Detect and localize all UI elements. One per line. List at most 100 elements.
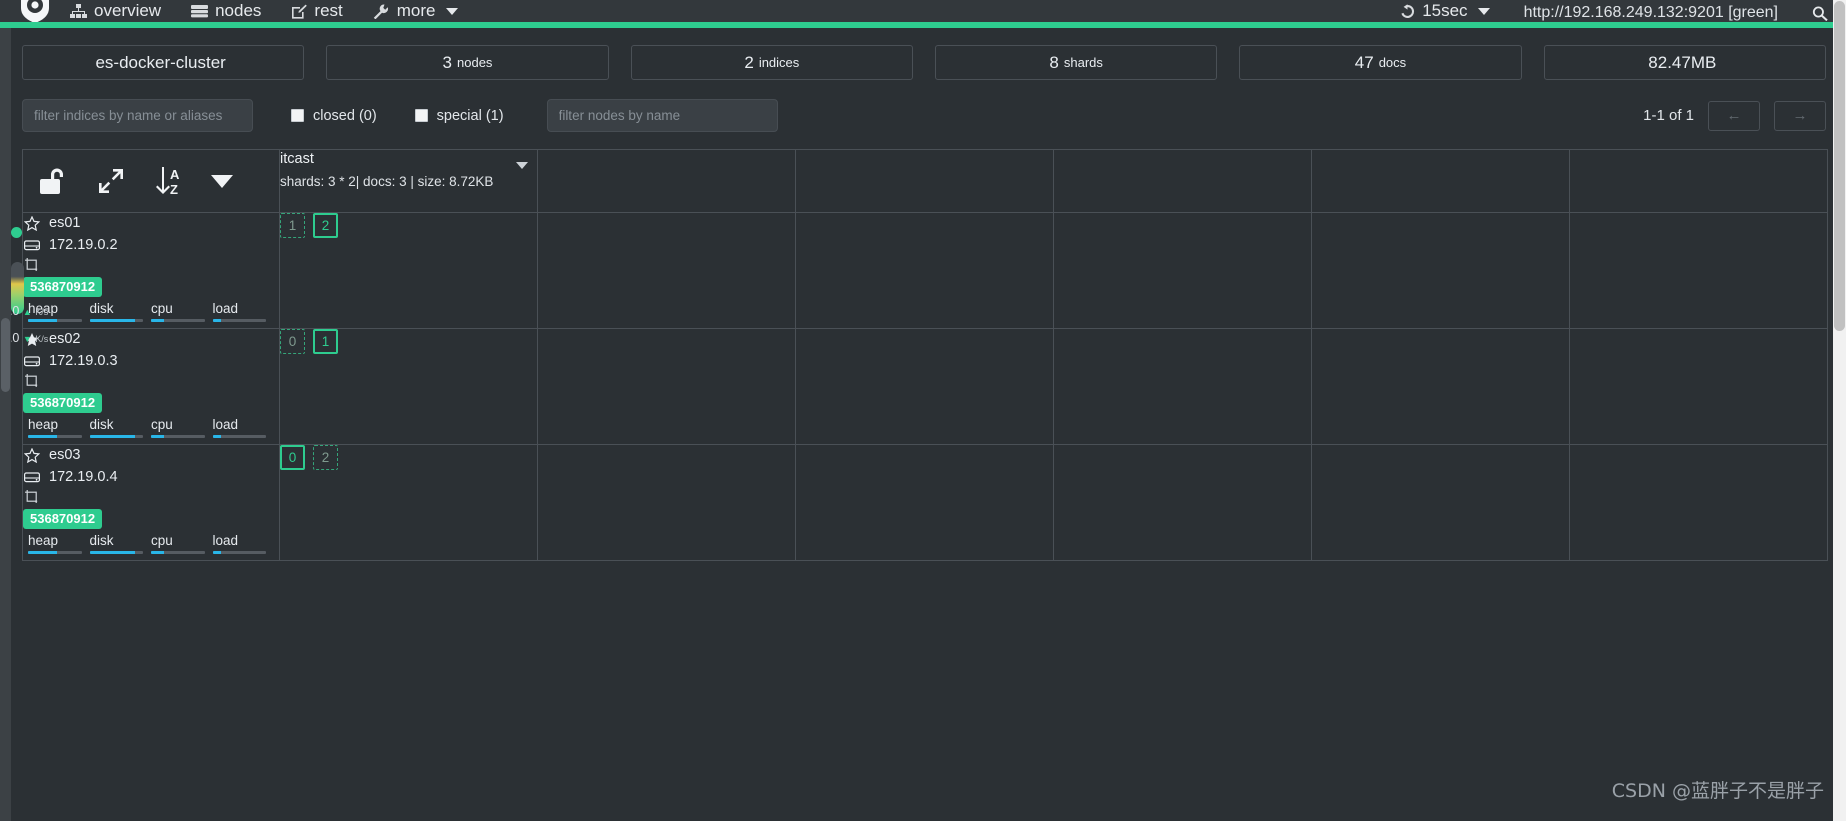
node-cell-es01: es01 172.19.0.2 536870912 heap disk cpu …: [22, 212, 280, 329]
nav-item-overview[interactable]: overview: [70, 1, 161, 22]
shard-cell-empty: [1053, 212, 1312, 329]
nav-item-more[interactable]: more: [373, 1, 458, 22]
left-scrollbar-thumb[interactable]: [1, 318, 10, 392]
metric-load: load: [212, 417, 275, 438]
sort-alpha-down-icon[interactable]: A Z: [153, 165, 183, 197]
star-outline-icon: [23, 447, 40, 463]
indices-filter-input[interactable]: [22, 99, 253, 132]
node-name[interactable]: es02: [49, 329, 80, 349]
shard-cell-es03-itcast: 0 2: [279, 444, 538, 561]
data-node-icon: [23, 257, 40, 272]
page-scrollbar-track[interactable]: [1833, 0, 1846, 821]
heap-size-badge: 536870912: [23, 509, 103, 529]
refresh-interval-label: 15sec: [1422, 1, 1468, 20]
shard-cell-empty: [795, 212, 1054, 329]
metric-track: [212, 319, 266, 322]
metric-label: load: [212, 301, 239, 316]
checkbox-box[interactable]: [414, 109, 428, 122]
shard-box[interactable]: 2: [313, 445, 338, 470]
hdd-icon: [23, 471, 40, 484]
shard-box[interactable]: 1: [313, 329, 338, 354]
summary-value: 2: [744, 52, 754, 72]
summary-cluster-name: es-docker-cluster: [22, 45, 305, 80]
refresh-interval-selector[interactable]: 15sec: [1400, 1, 1490, 22]
node-role-row: [23, 257, 279, 272]
closed-indices-checkbox[interactable]: closed (0): [291, 108, 377, 124]
node-ip: 172.19.0.4: [49, 469, 118, 485]
unlock-icon[interactable]: [37, 166, 69, 196]
node-name-row: es01: [23, 213, 279, 233]
metric-track: [28, 319, 82, 322]
chevron-down-icon[interactable]: [445, 7, 458, 15]
shard-box[interactable]: 0: [280, 329, 305, 354]
grid-toolbar-cell: A Z: [22, 149, 280, 213]
cerebro-logo-icon[interactable]: [18, 0, 52, 22]
index-header-empty: [795, 149, 1054, 213]
data-node-icon: [23, 489, 40, 504]
index-meta: shards: 3 * 2| docs: 3 | size: 8.72KB: [280, 174, 494, 189]
shard-box[interactable]: 0: [280, 445, 305, 470]
checkbox-label: special (1): [436, 107, 504, 124]
shard-cell-empty: [1053, 444, 1312, 561]
nav-item-label: rest: [314, 1, 343, 20]
left-scrollbar-track[interactable]: [0, 28, 11, 821]
nav-item-nodes[interactable]: nodes: [191, 1, 261, 22]
shard-box[interactable]: 2: [313, 213, 338, 238]
nav-item-label: more: [396, 1, 436, 20]
metric-track: [151, 435, 205, 438]
shard-list: 0 2: [280, 445, 537, 470]
wrench-icon: [373, 3, 390, 19]
checkbox-box[interactable]: [291, 109, 304, 122]
top-navbar: overview nodes rest more 15sec http://19…: [0, 0, 1846, 22]
metric-label: load: [212, 417, 239, 432]
metric-disk: disk: [89, 417, 152, 438]
node-ip-row: 172.19.0.3: [23, 351, 279, 371]
shard-cell-empty: [1569, 444, 1828, 561]
node-role-row: [23, 489, 279, 504]
metric-label: load: [212, 533, 239, 548]
search-icon[interactable]: [1812, 6, 1828, 22]
shard-cell-empty: [537, 444, 796, 561]
metric-track: [28, 435, 82, 438]
metric-label: disk: [89, 533, 114, 548]
nav-item-label: overview: [94, 1, 162, 20]
metric-disk: disk: [89, 533, 152, 554]
node-name-row: es02: [23, 329, 279, 349]
pagination-next-button[interactable]: →: [1774, 100, 1826, 131]
nodes-filter-input[interactable]: [546, 99, 778, 132]
metric-label: cpu: [151, 301, 173, 316]
pagination-prev-button[interactable]: ←: [1708, 100, 1760, 131]
shard-list: 0 1: [280, 329, 537, 354]
summary-value: 82.47MB: [1648, 52, 1717, 72]
node-ip-row: 172.19.0.4: [23, 467, 279, 487]
metric-heap: heap: [28, 301, 90, 322]
connection-url[interactable]: http://192.168.249.132:9201 [green]: [1524, 4, 1778, 22]
star-filled-icon: [23, 332, 40, 347]
pencil-square-icon: [291, 4, 308, 19]
caret-down-icon[interactable]: [211, 174, 233, 188]
chevron-down-icon[interactable]: [1477, 7, 1490, 15]
index-name[interactable]: itcast: [280, 150, 537, 168]
heap-size-badge: 536870912: [23, 393, 103, 413]
metric-label: heap: [28, 417, 59, 432]
shard-cell-empty: [537, 328, 796, 445]
special-indices-checkbox[interactable]: special (1): [414, 107, 504, 124]
node-name[interactable]: es01: [49, 213, 80, 233]
shard-cell-empty: [795, 328, 1054, 445]
metric-track: [28, 551, 82, 554]
page-scrollbar-thumb[interactable]: [1834, 1, 1845, 331]
metric-cpu: cpu: [151, 417, 213, 438]
metric-track: [89, 435, 143, 438]
caret-down-icon[interactable]: [516, 162, 528, 169]
node-ip-row: 172.19.0.2: [23, 235, 279, 255]
node-name[interactable]: es03: [49, 445, 80, 465]
nav-item-rest[interactable]: rest: [291, 1, 343, 22]
metric-label: heap: [28, 533, 59, 548]
shard-box[interactable]: 1: [280, 213, 305, 238]
svg-text:Z: Z: [170, 182, 178, 197]
summary-docs: 47 docs: [1239, 45, 1522, 80]
node-metrics: heap disk cpu load: [28, 417, 274, 438]
summary-value: 8: [1049, 52, 1059, 72]
expand-arrows-icon[interactable]: [97, 167, 125, 195]
node-cell-es03: es03 172.19.0.4 536870912 heap disk cpu …: [22, 444, 280, 561]
